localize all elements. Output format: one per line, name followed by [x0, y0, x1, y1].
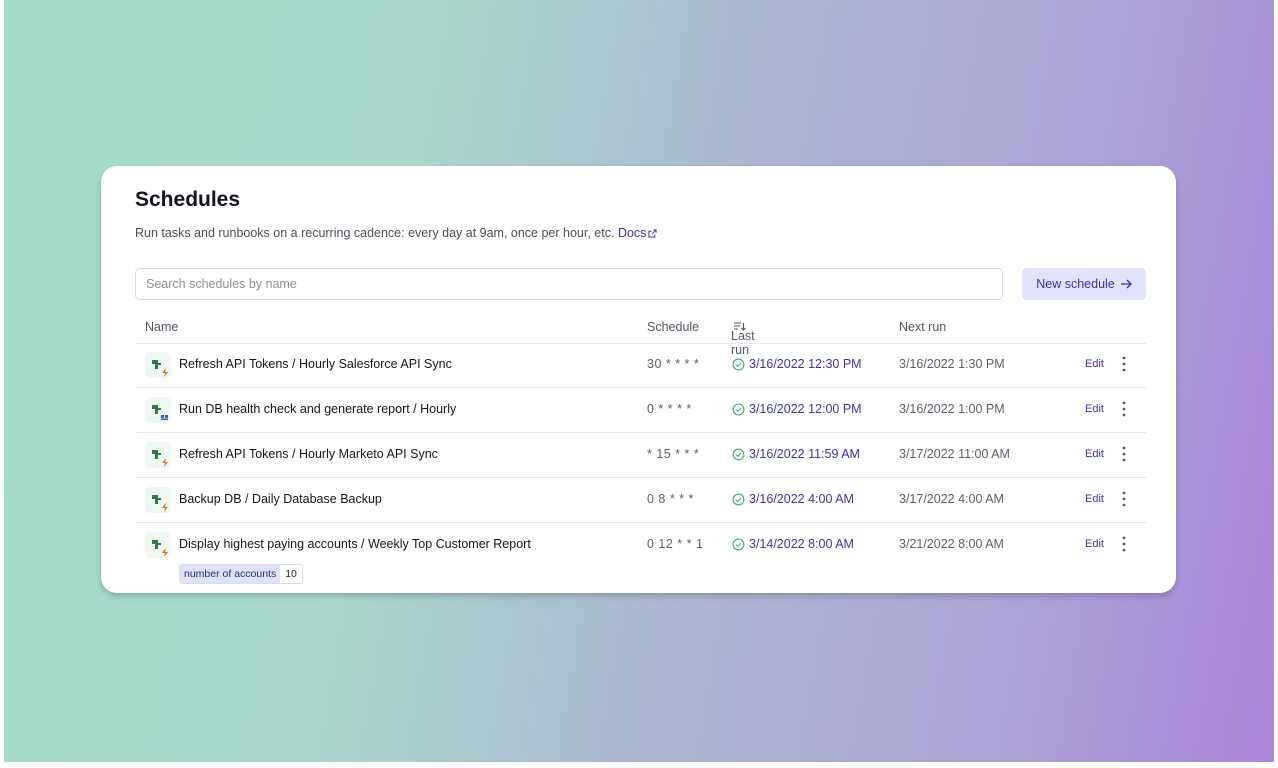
next-run-time: 3/17/2022 4:00 AM: [899, 492, 1004, 506]
edit-button[interactable]: Edit: [1085, 403, 1104, 415]
table-row[interactable]: Run DB health check and generate report …: [135, 388, 1146, 433]
column-header-name: Name: [145, 320, 179, 334]
parameter-tag: number of accounts 10: [179, 564, 303, 584]
next-run-time: 3/16/2022 1:30 PM: [899, 357, 1005, 371]
cron-expression: 0 12 * * 1: [647, 537, 704, 551]
success-check-icon: [732, 358, 745, 371]
next-run-time: 3/17/2022 11:00 AM: [899, 447, 1010, 461]
page-subtitle: Run tasks and runbooks on a recurring ca…: [135, 226, 658, 240]
column-header-last-run[interactable]: Last run: [731, 320, 755, 357]
task-lightning-icon: [145, 442, 171, 468]
task-grid-icon: [145, 397, 171, 423]
last-run-link[interactable]: 3/16/2022 12:30 PM: [732, 357, 862, 371]
last-run-link[interactable]: 3/16/2022 12:00 PM: [732, 402, 862, 416]
search-input[interactable]: [135, 268, 1003, 300]
next-run-time: 3/16/2022 1:00 PM: [899, 402, 1005, 416]
parameter-value: 10: [280, 565, 302, 583]
success-check-icon: [732, 448, 745, 461]
docs-link[interactable]: Docs: [617, 226, 658, 240]
edit-button[interactable]: Edit: [1085, 448, 1104, 460]
table-header: Name Schedule Last run Next run: [135, 311, 1146, 357]
schedule-name: Refresh API Tokens / Hourly Marketo API …: [179, 447, 438, 461]
arrow-right-icon: [1120, 279, 1132, 289]
page-title: Schedules: [135, 188, 241, 211]
table-row[interactable]: Display highest paying accounts / Weekly…: [135, 523, 1146, 595]
last-run-time: 3/14/2022 8:00 AM: [749, 537, 854, 551]
task-lightning-icon: [145, 487, 171, 513]
more-options-icon[interactable]: [1119, 490, 1129, 508]
last-run-time: 3/16/2022 4:00 AM: [749, 492, 854, 506]
next-run-time: 3/21/2022 8:00 AM: [899, 537, 1004, 551]
parameter-key: number of accounts: [180, 565, 281, 583]
cron-expression: * 15 * * *: [647, 447, 700, 461]
new-schedule-button[interactable]: New schedule: [1022, 268, 1146, 300]
more-options-icon[interactable]: [1119, 535, 1129, 553]
last-run-time: 3/16/2022 12:30 PM: [749, 357, 862, 371]
more-options-icon[interactable]: [1119, 355, 1129, 373]
column-header-next-run: Next run: [899, 320, 947, 334]
last-run-link[interactable]: 3/16/2022 4:00 AM: [732, 492, 854, 506]
edit-button[interactable]: Edit: [1085, 538, 1104, 550]
edit-button[interactable]: Edit: [1085, 493, 1104, 505]
task-lightning-icon: [145, 352, 171, 378]
schedule-name: Backup DB / Daily Database Backup: [179, 492, 382, 506]
subtitle-text: Run tasks and runbooks on a recurring ca…: [135, 226, 615, 240]
last-run-time: 3/16/2022 11:59 AM: [749, 447, 860, 461]
task-lightning-icon: [145, 532, 171, 558]
cron-expression: 30 * * * *: [647, 357, 700, 371]
more-options-icon[interactable]: [1119, 400, 1129, 418]
table-row[interactable]: Refresh API Tokens / Hourly Marketo API …: [135, 433, 1146, 478]
column-header-schedule: Schedule: [647, 320, 700, 334]
edit-button[interactable]: Edit: [1085, 358, 1104, 370]
last-run-time: 3/16/2022 12:00 PM: [749, 402, 862, 416]
schedules-panel: Schedules Run tasks and runbooks on a re…: [101, 166, 1176, 593]
last-run-link[interactable]: 3/16/2022 11:59 AM: [732, 447, 860, 461]
cron-expression: 0 * * * *: [647, 402, 692, 416]
table-row[interactable]: Refresh API Tokens / Hourly Salesforce A…: [135, 343, 1146, 388]
success-check-icon: [732, 403, 745, 416]
cron-expression: 0 8 * * *: [647, 492, 694, 506]
schedule-name: Display highest paying accounts / Weekly…: [179, 537, 531, 551]
schedule-name: Run DB health check and generate report …: [179, 402, 457, 416]
schedules-table-body: Refresh API Tokens / Hourly Salesforce A…: [135, 343, 1146, 595]
last-run-link[interactable]: 3/14/2022 8:00 AM: [732, 537, 854, 551]
schedule-name: Refresh API Tokens / Hourly Salesforce A…: [179, 357, 452, 371]
external-link-icon: [648, 229, 658, 238]
success-check-icon: [732, 493, 745, 506]
new-schedule-label: New schedule: [1036, 277, 1115, 291]
table-row[interactable]: Backup DB / Daily Database Backup 0 8 * …: [135, 478, 1146, 523]
success-check-icon: [732, 538, 745, 551]
more-options-icon[interactable]: [1119, 445, 1129, 463]
docs-link-label: Docs: [617, 226, 647, 240]
